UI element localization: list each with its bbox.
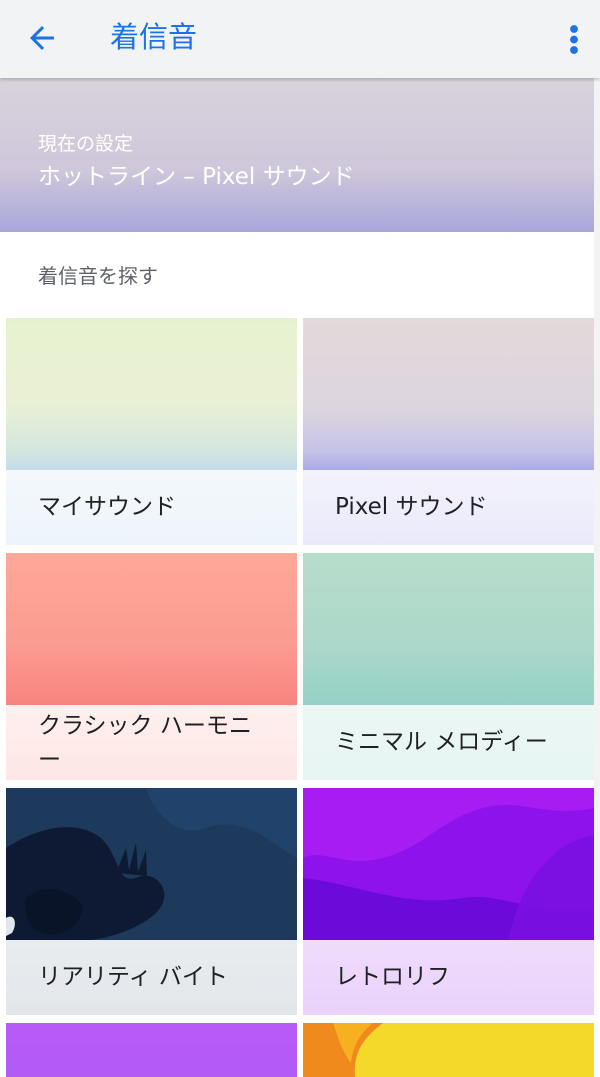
category-tile-partial-purple[interactable] xyxy=(6,1023,297,1077)
scrollbar-track[interactable] xyxy=(594,78,600,940)
tile-artwork xyxy=(6,788,297,940)
page-title: 着信音 xyxy=(110,20,198,54)
abstract-artwork xyxy=(303,1023,594,1077)
tile-label: Pixel サウンド xyxy=(335,494,488,520)
tile-artwork xyxy=(303,553,594,705)
tile-label-line2: ー xyxy=(38,747,61,773)
more-vert-icon[interactable] xyxy=(550,20,580,56)
arrow-back-icon[interactable] xyxy=(24,20,60,56)
current-ringtone-banner[interactable]: 現在の設定 ホットライン – Pixel サウンド xyxy=(0,78,600,232)
category-tile-reality-bites[interactable]: リアリティ バイト xyxy=(6,788,297,1015)
abstract-artwork xyxy=(303,788,594,940)
current-setting-value: ホットライン – Pixel サウンド xyxy=(38,164,355,190)
category-tile-classic-harmony[interactable]: クラシック ハーモニ ー xyxy=(6,553,297,780)
tile-artwork xyxy=(6,553,297,705)
tile-artwork xyxy=(303,1023,594,1077)
category-tile-partial-yellow[interactable] xyxy=(303,1023,594,1077)
app-bar: 着信音 xyxy=(0,0,600,78)
category-tile-my-sounds[interactable]: マイサウンド xyxy=(6,318,297,545)
tile-artwork xyxy=(6,1023,297,1077)
tile-label: レトロリフ xyxy=(335,964,450,990)
tile-artwork xyxy=(303,318,594,470)
category-tile-minimal-melody[interactable]: ミニマル メロディー xyxy=(303,553,594,780)
section-title: 着信音を探す xyxy=(38,264,158,288)
tile-label: マイサウンド xyxy=(38,494,176,520)
category-tile-pixel-sounds[interactable]: Pixel サウンド xyxy=(303,318,594,545)
category-tile-retro-riff[interactable]: レトロリフ xyxy=(303,788,594,1015)
tile-label-line1: クラシック ハーモニ xyxy=(38,713,252,739)
tile-artwork xyxy=(6,318,297,470)
tile-label: ミニマル メロディー xyxy=(335,729,548,755)
tile-label: リアリティ バイト xyxy=(38,964,228,990)
current-setting-label: 現在の設定 xyxy=(38,133,134,155)
tile-artwork xyxy=(303,788,594,940)
splash-artwork xyxy=(6,788,297,940)
